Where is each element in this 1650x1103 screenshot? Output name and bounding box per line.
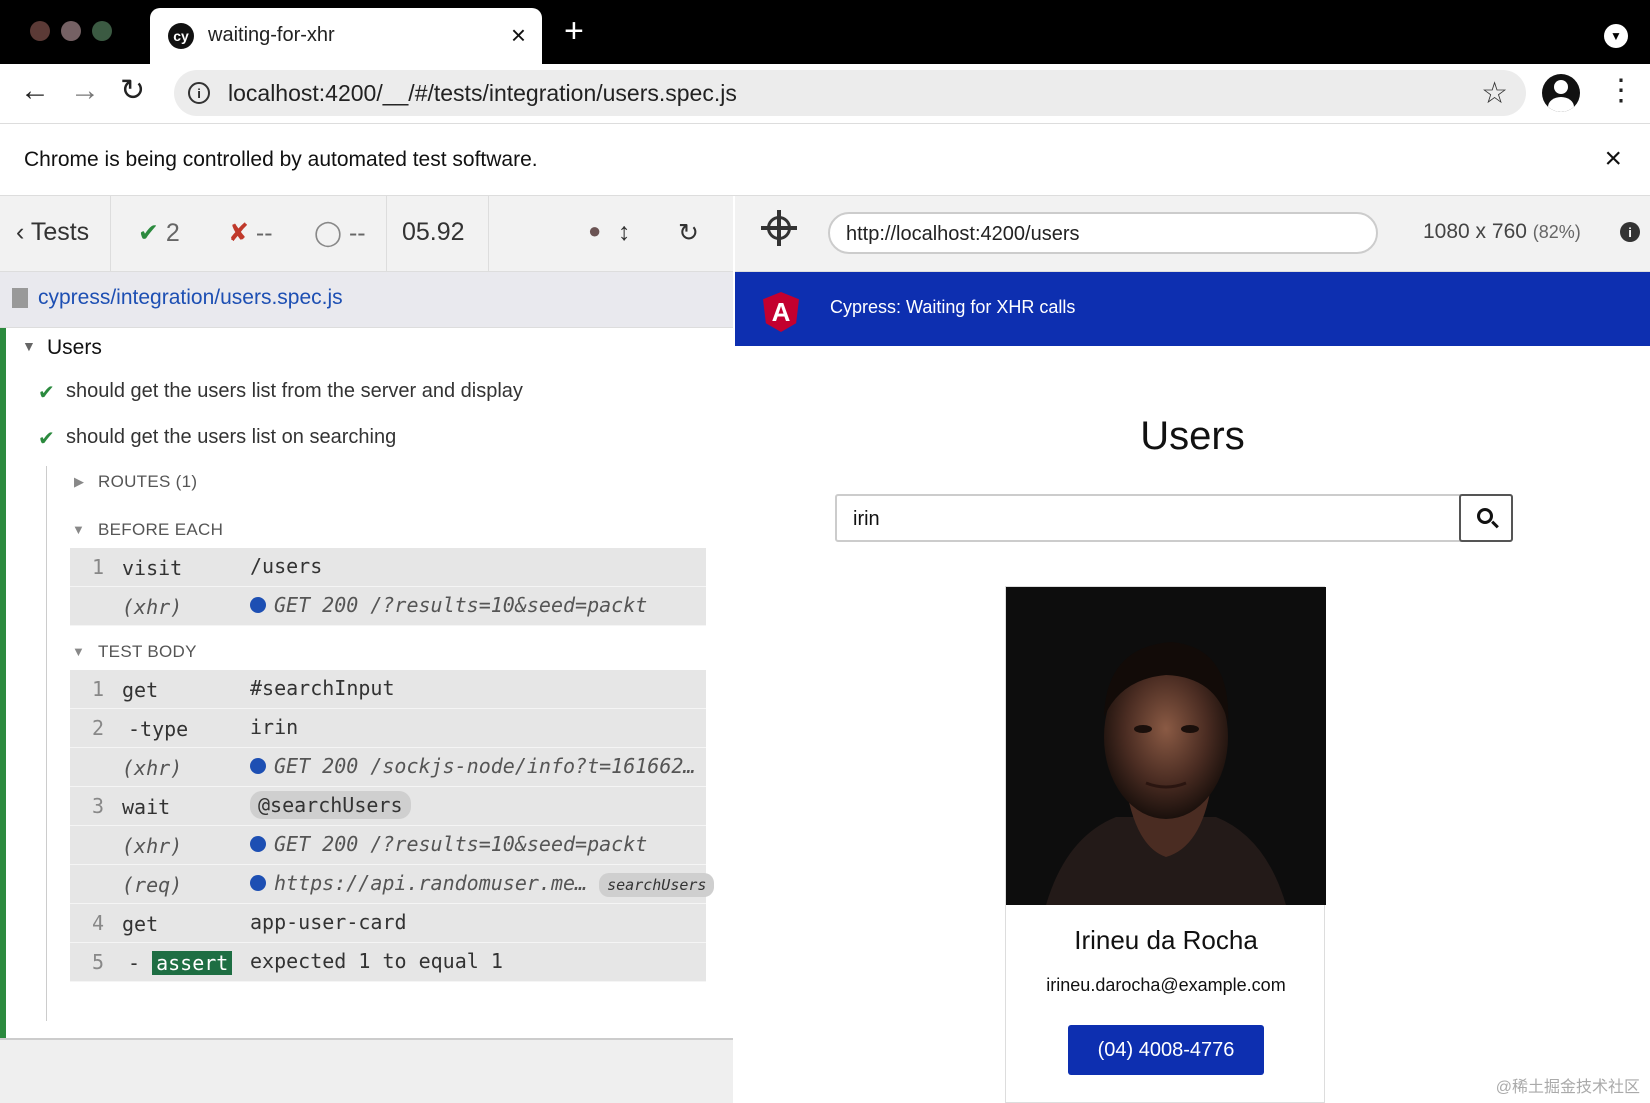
command-row[interactable]: (xhr) GET 200 /sockjs-node/info?t=161662… <box>70 748 706 787</box>
suite-title[interactable]: Users <box>47 336 102 360</box>
alias-badge: @searchUsers <box>250 791 411 819</box>
spec-path-link[interactable]: cypress/integration/users.spec.js <box>38 286 343 310</box>
site-info-icon[interactable]: i <box>188 82 210 104</box>
tab-title: waiting-for-xhr <box>208 24 335 46</box>
fail-x-icon: ✘ <box>228 219 249 247</box>
command-row[interactable]: 5 - assert expected 1 to equal 1 <box>70 943 706 982</box>
address-url[interactable]: localhost:4200/__/#/tests/integration/us… <box>228 80 737 107</box>
test-title[interactable]: should get the users list on searching <box>66 426 396 449</box>
profile-avatar-icon[interactable] <box>1542 74 1580 112</box>
caret-down-icon[interactable]: ▼ <box>72 644 85 659</box>
window-minimize-dot[interactable] <box>61 21 81 41</box>
search-input[interactable]: irin <box>835 494 1513 542</box>
infobar-message: Chrome is being controlled by automated … <box>24 148 538 171</box>
search-value: irin <box>853 508 880 530</box>
assert-badge: assert <box>152 951 233 975</box>
test-passed-icon: ✔ <box>38 382 55 404</box>
xhr-indicator-icon <box>250 597 266 613</box>
xhr-indicator-icon <box>250 836 266 852</box>
alias-badge: searchUsers <box>599 873 715 897</box>
bookmark-star-icon[interactable]: ☆ <box>1481 76 1508 111</box>
status-dot-icon: ● <box>588 218 602 243</box>
runner-toolbar: ‹ Tests ✔ 2 ✘ -- ◯ -- 05.92 ● ↕ ↻ <box>0 196 733 272</box>
spec-header: cypress/integration/users.spec.js <box>0 272 733 328</box>
pending-circle-icon: ◯ <box>314 219 342 247</box>
suite-caret-icon[interactable]: ▼ <box>22 338 36 354</box>
test-passed-icon: ✔ <box>38 428 55 450</box>
preview-url: http://localhost:4200/users <box>846 223 1080 245</box>
search-button[interactable] <box>1459 494 1513 542</box>
new-tab-icon[interactable]: + <box>564 14 584 48</box>
test-body-commands: 1 get #searchInput 2 -type irin (xhr) GE… <box>70 670 715 982</box>
cypress-favicon-icon: cy <box>168 23 194 49</box>
rerun-icon[interactable]: ↻ <box>678 218 699 248</box>
viewport-size: 1080 x 760 (82%) <box>1423 220 1581 243</box>
xhr-indicator-icon <box>250 758 266 774</box>
viewport-info-icon[interactable]: i <box>1620 222 1640 242</box>
user-photo <box>1006 587 1326 905</box>
tests-label: Tests <box>30 218 90 246</box>
req-indicator-icon <box>250 875 266 891</box>
app-preview-panel: http://localhost:4200/users 1080 x 760 (… <box>735 196 1650 1103</box>
pending-count: -- <box>348 219 366 247</box>
window-close-dot[interactable] <box>30 21 50 41</box>
app-header-title: Cypress: Waiting for XHR calls <box>830 297 1076 317</box>
runner-footer <box>0 1038 733 1103</box>
command-row[interactable]: (xhr) GET 200 /?results=10&seed=packt <box>70 826 706 865</box>
watermark: @稀土掘金技术社区 <box>1495 1079 1640 1096</box>
omnibox[interactable]: i localhost:4200/__/#/tests/integration/… <box>174 70 1526 116</box>
page-title: Users <box>1140 414 1245 458</box>
browser-menu-icon[interactable]: ⋮ <box>1606 76 1636 106</box>
tests-back-button[interactable]: ‹ Tests <box>16 218 89 247</box>
pending-stat: ◯ -- <box>314 218 366 248</box>
command-log: ▼ Users ✔ should get the users list from… <box>0 328 733 1038</box>
test-body-label[interactable]: TEST BODY <box>98 642 197 662</box>
command-row[interactable]: (xhr) GET 200 /?results=10&seed=packt <box>70 587 706 626</box>
user-email: irineu.darocha@example.com <box>1046 975 1286 995</box>
viewport-scale: (82%) <box>1532 222 1581 242</box>
user-name: Irineu da Rocha <box>1074 925 1258 955</box>
back-arrow-icon[interactable]: ← <box>20 76 50 106</box>
command-row[interactable]: 3 wait @searchUsers <box>70 787 706 826</box>
test-indent-line <box>46 466 47 1021</box>
file-icon <box>12 288 28 308</box>
command-row[interactable]: 1 get #searchInput <box>70 670 706 709</box>
caret-right-icon[interactable]: ▶ <box>74 474 84 490</box>
window-maximize-dot[interactable] <box>92 21 112 41</box>
duration: 05.92 <box>402 218 465 246</box>
app-header: A Cypress: Waiting for XHR calls <box>735 272 1650 346</box>
automation-infobar: Chrome is being controlled by automated … <box>0 124 1650 196</box>
auto-scroll-toggle-icon[interactable]: ↕ <box>618 218 631 247</box>
check-icon: ✔ <box>138 219 159 247</box>
command-row[interactable]: 2 -type irin <box>70 709 706 748</box>
reload-icon[interactable]: ↻ <box>120 76 145 106</box>
preview-url-field[interactable]: http://localhost:4200/users <box>828 212 1378 254</box>
command-row[interactable]: 1 visit /users <box>70 548 706 587</box>
runner-panel: ‹ Tests ✔ 2 ✘ -- ◯ -- 05.92 ● ↕ ↻ cypres… <box>0 196 733 1103</box>
preview-toolbar: http://localhost:4200/users 1080 x 760 (… <box>735 196 1650 272</box>
user-card: Irineu da Rocha irineu.darocha@example.c… <box>1005 586 1326 1103</box>
failed-stat: ✘ -- <box>228 218 273 248</box>
routes-label[interactable]: ROUTES (1) <box>98 472 197 492</box>
address-toolbar: ← → ↻ i localhost:4200/__/#/tests/integr… <box>0 64 1650 124</box>
infobar-close-icon[interactable]: × <box>1604 142 1622 176</box>
before-each-commands: 1 visit /users (xhr) GET 200 /?results=1… <box>70 548 706 626</box>
caret-down-icon[interactable]: ▼ <box>72 522 85 537</box>
user-phone-button[interactable]: (04) 4008-4776 <box>1068 1025 1264 1075</box>
chevron-left-icon: ‹ <box>16 218 25 246</box>
command-row[interactable]: (req) https://api.randomuser.me… searchU… <box>70 865 715 904</box>
before-each-label[interactable]: BEFORE EACH <box>98 520 223 540</box>
selector-playground-icon[interactable] <box>761 210 797 246</box>
passed-count: 2 <box>165 219 180 247</box>
command-row[interactable]: 4 get app-user-card <box>70 904 706 943</box>
test-title[interactable]: should get the users list from the serve… <box>66 380 523 403</box>
passed-stat: ✔ 2 <box>138 218 180 248</box>
browser-titlebar: cy waiting-for-xhr × + ▼ <box>0 0 1650 64</box>
angular-logo-icon: A <box>763 292 799 332</box>
forward-arrow-icon[interactable]: → <box>70 76 100 106</box>
failed-count: -- <box>255 219 273 247</box>
browser-tab[interactable]: cy waiting-for-xhr × <box>150 8 542 64</box>
tab-search-icon[interactable]: ▼ <box>1604 24 1628 48</box>
tab-close-icon[interactable]: × <box>511 20 526 51</box>
